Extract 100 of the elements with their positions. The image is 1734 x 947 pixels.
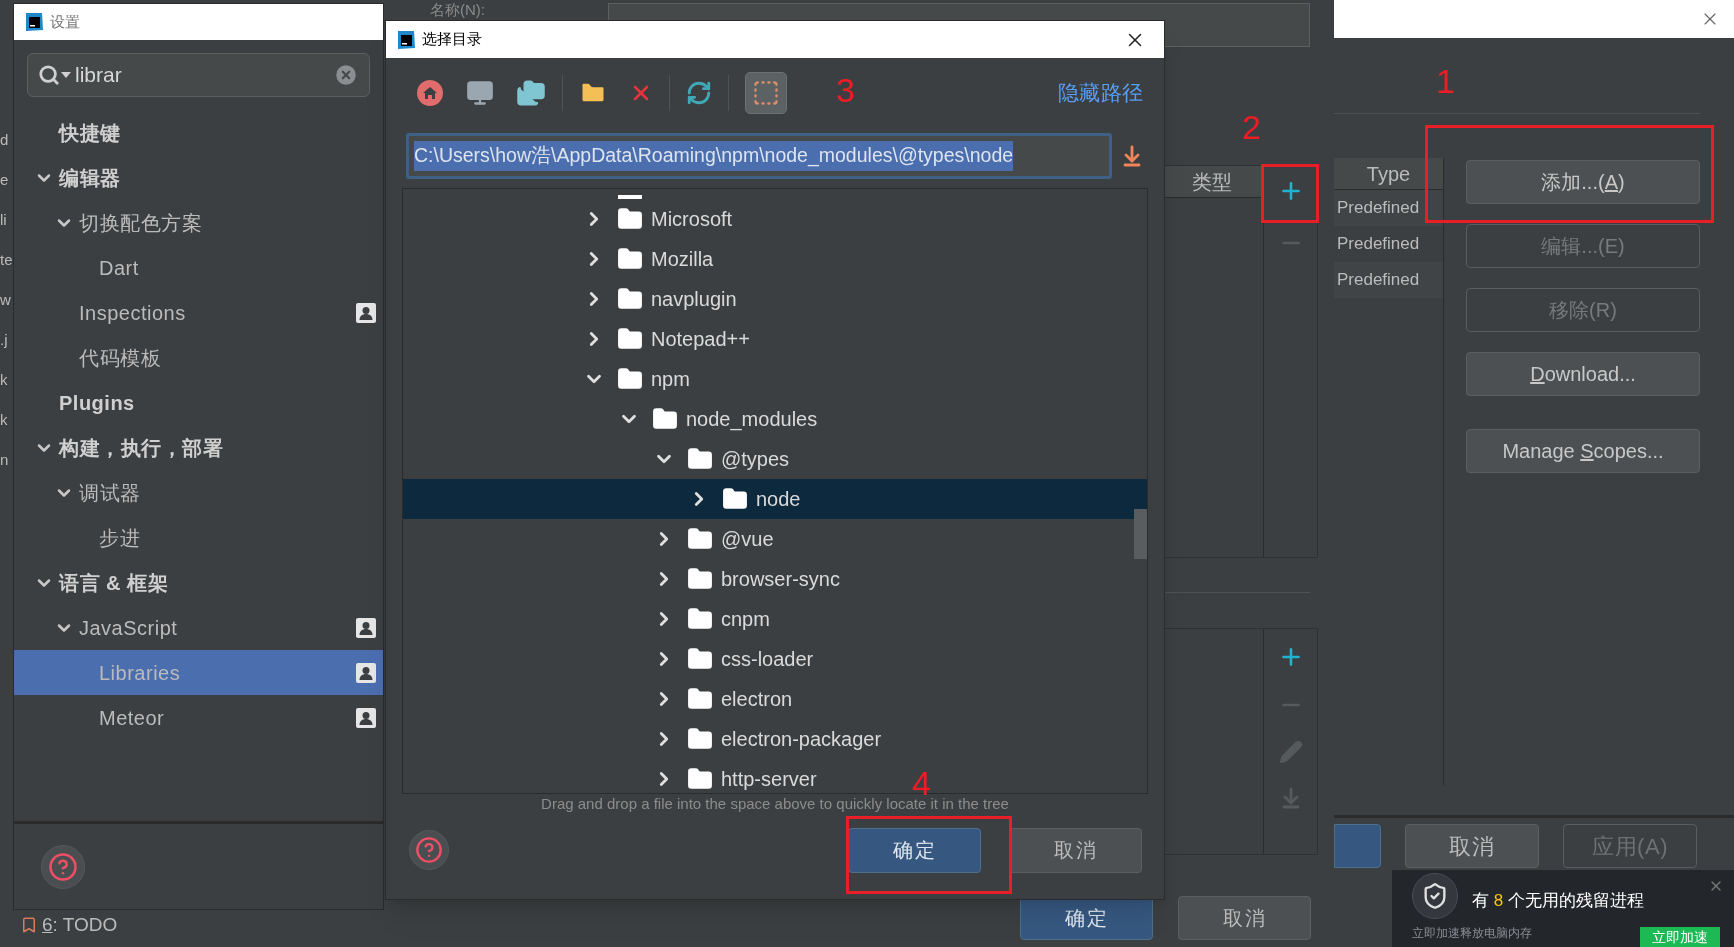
tree-item[interactable]: Plugins (14, 380, 383, 425)
folder-row[interactable]: npm (583, 359, 690, 399)
profile-icon (355, 706, 377, 729)
tree-item[interactable]: 代码模板 (14, 335, 383, 380)
app-logo-icon (396, 29, 416, 50)
folder-row[interactable]: node (688, 479, 801, 519)
tree-item[interactable]: 快捷键 (14, 110, 383, 155)
path-value: C:\Users\how浩\AppData\Roaming\npm\node_modules\@types\node (414, 141, 1014, 171)
dialog-button[interactable]: 添加...(A) (1466, 160, 1700, 204)
hide-path-link[interactable]: 隐藏路径 (1057, 77, 1144, 109)
table-cell: Predefined (1334, 190, 1443, 226)
folder-icon (687, 606, 713, 632)
scrollbar-thumb[interactable] (1134, 509, 1147, 559)
folder-icon (617, 246, 643, 272)
todo-icon (20, 916, 38, 935)
cancel-button[interactable]: 取消 (1178, 896, 1311, 940)
folder-row[interactable]: @vue (653, 519, 774, 559)
toggle-hidden-button[interactable] (745, 72, 787, 114)
editor-tab-fragment: w (0, 290, 12, 310)
editor-tab-fragment: te (0, 250, 13, 270)
folder-icon (687, 566, 713, 592)
folder-icon (687, 686, 713, 712)
tree-item[interactable]: JavaScript (14, 605, 383, 650)
dialog-button[interactable]: Manage Scopes... (1466, 429, 1700, 473)
tree-item[interactable]: 步进 (14, 515, 383, 560)
folder-row[interactable]: node_modules (618, 399, 818, 439)
folder-name: Mozilla (651, 247, 714, 272)
folder-name: @types (721, 447, 790, 472)
app-logo-icon (24, 12, 44, 32)
folder-row[interactable]: Notepad++ (583, 319, 750, 359)
dropdown-caret-icon (61, 72, 71, 78)
folder-name: cnpm (721, 607, 770, 632)
tree-item[interactable]: 构建，执行，部署 (14, 425, 383, 470)
tree-item[interactable]: Meteor (14, 695, 383, 740)
editor-tab-fragment: e (0, 170, 10, 190)
folder-icon (617, 326, 643, 352)
folder-row[interactable]: css-loader (653, 639, 814, 679)
tree-item[interactable]: Inspections (14, 290, 383, 335)
monitor-icon[interactable] (466, 79, 494, 107)
editor-tab-fragment: .j (0, 330, 9, 350)
folder-name: css-loader (721, 647, 814, 672)
clear-icon[interactable] (333, 62, 359, 88)
profile-icon (355, 616, 377, 639)
folder-icon (617, 286, 643, 312)
search-field[interactable]: librar (27, 53, 370, 97)
search-icon[interactable] (38, 64, 60, 86)
tree-item[interactable]: 语言 & 框架 (14, 560, 383, 605)
annotation-number: 1 (1436, 64, 1455, 98)
folder-row[interactable]: electron (653, 679, 793, 719)
field-label: 名称(N): (430, 1, 486, 18)
folder-row[interactable]: @types (653, 439, 790, 479)
tree-item[interactable]: 调试器 (14, 470, 383, 515)
folder-name: node (756, 487, 801, 512)
folder-row[interactable]: browser-sync (653, 559, 840, 599)
editor-tab-fragment: k (0, 370, 9, 390)
folder-row[interactable]: http-server (653, 759, 817, 793)
home-icon[interactable] (416, 79, 444, 107)
dialog-button[interactable]: Download... (1466, 352, 1700, 396)
folder-name: npm (651, 367, 690, 392)
folder-icon (722, 486, 748, 512)
ok-button[interactable]: 确定 (848, 827, 981, 873)
folder-icon (652, 406, 678, 432)
tree-item[interactable]: 编辑器 (14, 155, 383, 200)
path-field[interactable]: C:\Users\how浩\AppData\Roaming\npm\node_modules\@types\node (406, 133, 1112, 179)
annotation-number: 2 (1242, 110, 1261, 144)
folder-row[interactable]: navplugin (583, 279, 737, 319)
folders-icon[interactable] (516, 78, 546, 108)
folder-row[interactable]: electron-packager (653, 719, 882, 759)
dashed-square-icon (752, 79, 780, 107)
search-value: librar (75, 62, 123, 89)
editor-tab-fragment: d (0, 130, 10, 150)
tree-item[interactable]: 切换配色方案 (14, 200, 383, 245)
notification-subtitle: 立即加速释放电脑内存 (1412, 924, 1533, 942)
folder-icon (617, 366, 643, 392)
window-title: 设置 (50, 11, 80, 32)
folder-name: http-server (721, 767, 817, 792)
column-header[interactable]: Type (1334, 158, 1443, 190)
notification-message: 有 8 个无用的残留进程 (1472, 890, 1644, 912)
folder-name: Microsoft (651, 207, 733, 232)
folder-name: navplugin (651, 287, 737, 312)
folder-icon (617, 206, 643, 232)
folder-icon (618, 195, 642, 199)
folder-icon (687, 446, 713, 472)
highlight-frame (1261, 164, 1319, 223)
folder-icon (687, 646, 713, 672)
cancel-button[interactable]: 取消 (1009, 827, 1142, 873)
tool-window-tab[interactable]: 6: TODO (42, 911, 118, 940)
folder-name: browser-sync (721, 567, 840, 592)
folder-row[interactable]: cnpm (653, 599, 770, 639)
folder-row[interactable]: Microsoft (583, 199, 733, 239)
editor-tab-fragment: n (0, 450, 10, 470)
folder-icon (687, 766, 713, 792)
window-title: 选择目录 (422, 29, 483, 50)
refresh-icon[interactable] (686, 80, 712, 106)
editor-tab-fragment: li (0, 210, 8, 230)
tree-item[interactable]: Dart (14, 245, 383, 290)
dialog-button[interactable]: 取消 (1405, 824, 1539, 868)
table-cell: Predefined (1334, 262, 1443, 298)
folder-name: electron (721, 687, 793, 712)
folder-row[interactable]: Mozilla (583, 239, 714, 279)
